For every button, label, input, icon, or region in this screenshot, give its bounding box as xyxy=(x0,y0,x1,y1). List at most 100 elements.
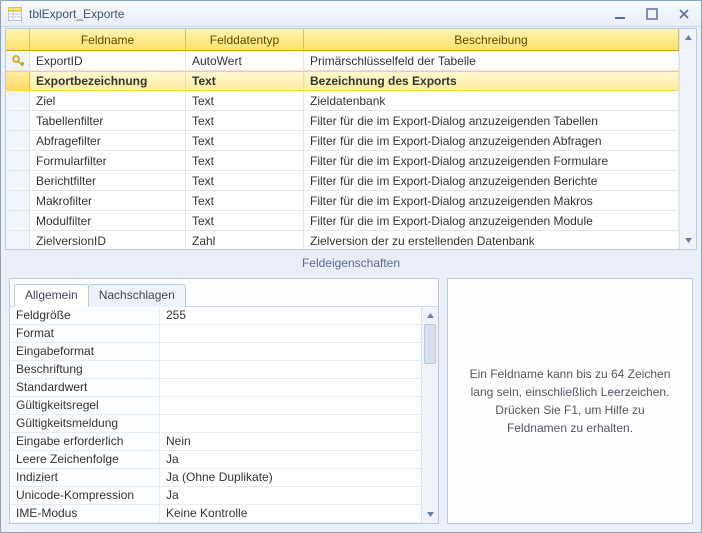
property-row[interactable]: Leere ZeichenfolgeJa xyxy=(10,451,421,469)
close-button[interactable] xyxy=(673,6,695,22)
table-row[interactable]: ZielTextZieldatenbank xyxy=(6,91,679,111)
cell-description[interactable]: Bezeichnung des Exports xyxy=(304,72,679,90)
cell-datatype[interactable]: Text xyxy=(186,72,304,90)
property-value[interactable]: Nein xyxy=(160,433,421,450)
scroll-down-icon[interactable] xyxy=(680,232,696,249)
grid-header: Feldname Felddatentyp Beschreibung xyxy=(6,29,679,51)
row-selector[interactable] xyxy=(6,231,30,249)
cell-description[interactable]: Filter für die im Export-Dialog anzuzeig… xyxy=(304,191,679,210)
cell-fieldname[interactable]: Abfragefilter xyxy=(30,131,186,150)
cell-description[interactable]: Zieldatenbank xyxy=(304,91,679,110)
row-selector[interactable] xyxy=(6,111,30,130)
maximize-button[interactable] xyxy=(641,6,663,22)
property-row[interactable]: Format xyxy=(10,325,421,343)
cell-fieldname[interactable]: ZielversionID xyxy=(30,231,186,249)
cell-fieldname[interactable]: Exportbezeichnung xyxy=(30,72,186,90)
property-list: Feldgröße255FormatEingabeformatBeschrift… xyxy=(10,307,421,523)
cell-fieldname[interactable]: Ziel xyxy=(30,91,186,110)
property-value[interactable] xyxy=(160,379,421,396)
table-row[interactable]: TabellenfilterTextFilter für die im Expo… xyxy=(6,111,679,131)
table-row[interactable]: FormularfilterTextFilter für die im Expo… xyxy=(6,151,679,171)
scroll-track[interactable] xyxy=(422,364,438,506)
col-fieldname[interactable]: Feldname xyxy=(30,29,186,50)
grid-rows: ExportIDAutoWertPrimärschlüsselfeld der … xyxy=(6,51,679,249)
row-selector[interactable] xyxy=(6,72,30,90)
row-selector[interactable] xyxy=(6,191,30,210)
cell-fieldname[interactable]: Modulfilter xyxy=(30,211,186,230)
property-row[interactable]: Eingabeformat xyxy=(10,343,421,361)
cell-datatype[interactable]: AutoWert xyxy=(186,51,304,70)
cell-datatype[interactable]: Text xyxy=(186,191,304,210)
property-row[interactable]: Gültigkeitsmeldung xyxy=(10,415,421,433)
row-selector[interactable] xyxy=(6,131,30,150)
property-value[interactable] xyxy=(160,415,421,432)
property-row[interactable]: Standardwert xyxy=(10,379,421,397)
table-row[interactable]: AbfragefilterTextFilter für die im Expor… xyxy=(6,131,679,151)
scroll-up-icon[interactable] xyxy=(680,29,696,46)
row-selector[interactable] xyxy=(6,171,30,190)
cell-description[interactable]: Filter für die im Export-Dialog anzuzeig… xyxy=(304,211,679,230)
minimize-button[interactable] xyxy=(609,6,631,22)
cell-datatype[interactable]: Text xyxy=(186,171,304,190)
cell-datatype[interactable]: Zahl xyxy=(186,231,304,249)
row-selector[interactable] xyxy=(6,211,30,230)
cell-description[interactable]: Zielversion der zu erstellenden Datenban… xyxy=(304,231,679,249)
cell-datatype[interactable]: Text xyxy=(186,211,304,230)
cell-description[interactable]: Primärschlüsselfeld der Tabelle xyxy=(304,51,679,70)
table-icon xyxy=(7,6,23,22)
property-value[interactable] xyxy=(160,361,421,378)
cell-description[interactable]: Filter für die im Export-Dialog anzuzeig… xyxy=(304,131,679,150)
cell-description[interactable]: Filter für die im Export-Dialog anzuzeig… xyxy=(304,111,679,130)
property-row[interactable]: Gültigkeitsregel xyxy=(10,397,421,415)
table-row[interactable]: ModulfilterTextFilter für die im Export-… xyxy=(6,211,679,231)
tab-lookup[interactable]: Nachschlagen xyxy=(88,284,186,307)
table-row[interactable]: ZielversionIDZahlZielversion der zu erst… xyxy=(6,231,679,249)
property-name: Standardwert xyxy=(10,379,160,396)
cell-fieldname[interactable]: Tabellenfilter xyxy=(30,111,186,130)
cell-fieldname[interactable]: Berichtfilter xyxy=(30,171,186,190)
property-row[interactable]: Unicode-KompressionJa xyxy=(10,487,421,505)
row-selector[interactable] xyxy=(6,151,30,170)
property-value[interactable] xyxy=(160,325,421,342)
col-datatype[interactable]: Felddatentyp xyxy=(186,29,304,50)
titlebar[interactable]: tblExport_Exporte xyxy=(1,1,701,27)
row-selector-header[interactable] xyxy=(6,29,30,50)
row-selector[interactable] xyxy=(6,51,30,70)
property-value[interactable]: Ja (Ohne Duplikate) xyxy=(160,469,421,486)
cell-description[interactable]: Filter für die im Export-Dialog anzuzeig… xyxy=(304,171,679,190)
property-row[interactable]: Beschriftung xyxy=(10,361,421,379)
property-name: Beschriftung xyxy=(10,361,160,378)
table-row[interactable]: ExportbezeichnungTextBezeichnung des Exp… xyxy=(6,71,679,91)
cell-fieldname[interactable]: ExportID xyxy=(30,51,186,70)
property-row[interactable]: Eingabe erforderlichNein xyxy=(10,433,421,451)
property-row[interactable]: Feldgröße255 xyxy=(10,307,421,325)
property-value[interactable]: Ja xyxy=(160,487,421,504)
tab-general[interactable]: Allgemein xyxy=(14,284,89,307)
property-value[interactable]: Keine Kontrolle xyxy=(160,505,421,522)
row-selector[interactable] xyxy=(6,91,30,110)
cell-fieldname[interactable]: Makrofilter xyxy=(30,191,186,210)
table-row[interactable]: MakrofilterTextFilter für die im Export-… xyxy=(6,191,679,211)
scroll-thumb[interactable] xyxy=(424,324,436,364)
scroll-up-icon[interactable] xyxy=(422,307,438,324)
table-row[interactable]: ExportIDAutoWertPrimärschlüsselfeld der … xyxy=(6,51,679,71)
property-value[interactable] xyxy=(160,397,421,414)
property-row[interactable]: IndiziertJa (Ohne Duplikate) xyxy=(10,469,421,487)
property-value[interactable] xyxy=(160,343,421,360)
cell-fieldname[interactable]: Formularfilter xyxy=(30,151,186,170)
property-row[interactable]: IME-ModusKeine Kontrolle xyxy=(10,505,421,523)
design-view-window: tblExport_Exporte Feldname Felddatentyp … xyxy=(0,0,702,533)
cell-datatype[interactable]: Text xyxy=(186,111,304,130)
property-value[interactable]: 255 xyxy=(160,307,421,324)
property-name: Feldgröße xyxy=(10,307,160,324)
scroll-down-icon[interactable] xyxy=(422,506,438,523)
vertical-scrollbar[interactable] xyxy=(679,29,696,249)
properties-scrollbar[interactable] xyxy=(421,307,438,523)
cell-datatype[interactable]: Text xyxy=(186,151,304,170)
table-row[interactable]: BerichtfilterTextFilter für die im Expor… xyxy=(6,171,679,191)
property-value[interactable]: Ja xyxy=(160,451,421,468)
cell-datatype[interactable]: Text xyxy=(186,131,304,150)
col-description[interactable]: Beschreibung xyxy=(304,29,679,50)
cell-datatype[interactable]: Text xyxy=(186,91,304,110)
cell-description[interactable]: Filter für die im Export-Dialog anzuzeig… xyxy=(304,151,679,170)
